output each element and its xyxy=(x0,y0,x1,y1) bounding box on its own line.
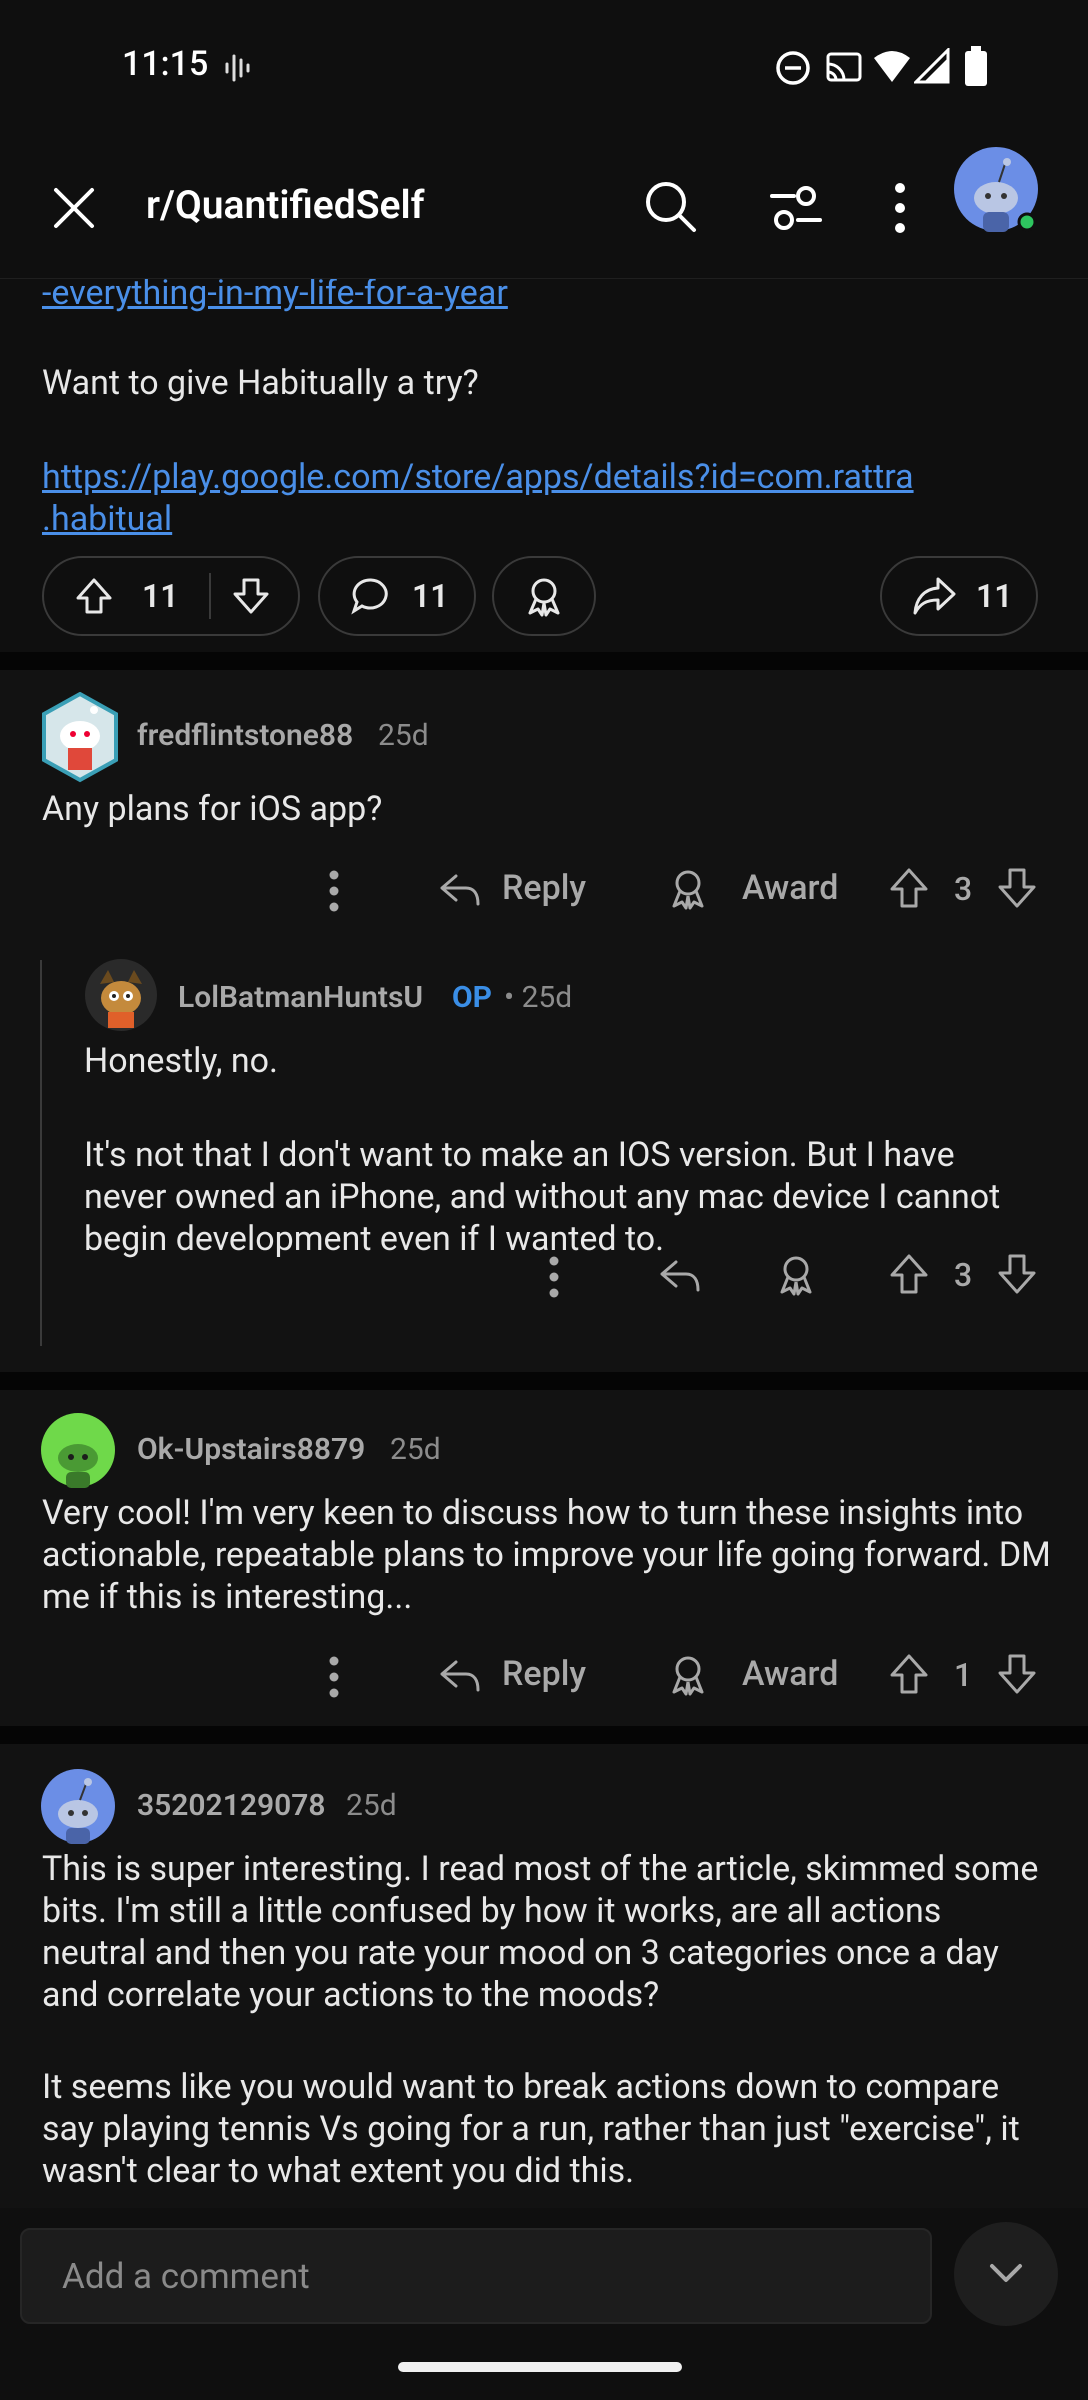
comment-body-para2: It seems like you would want to break ac… xyxy=(42,2067,1020,2191)
award-icon xyxy=(528,578,560,617)
reply-icon[interactable] xyxy=(658,1256,702,1296)
comment-body-para1: This is super interesting. I read most o… xyxy=(42,1849,1039,2015)
comment-thread-2: Ok-Upstairs8879 25d Very cool! I'm very … xyxy=(0,1390,1088,1726)
comment-body-line1: Honestly, no. xyxy=(84,1041,278,1081)
downvote-icon[interactable] xyxy=(996,1252,1038,1296)
store-link-line2[interactable]: .habitual xyxy=(42,498,172,540)
award-icon[interactable] xyxy=(774,1252,818,1298)
upvote-icon[interactable] xyxy=(888,866,930,910)
section-divider xyxy=(0,1372,1088,1390)
downvote-icon[interactable] xyxy=(996,1652,1038,1696)
comments-button[interactable]: 11 xyxy=(318,556,476,636)
sort-filter-icon[interactable] xyxy=(768,180,824,236)
status-bar: 11:15 xyxy=(0,0,1088,140)
bottom-bar: Add a comment xyxy=(0,2208,1088,2400)
upvote-icon[interactable] xyxy=(888,1252,930,1296)
wifi-icon xyxy=(874,51,910,82)
online-indicator xyxy=(1017,212,1037,232)
app-header: r/QuantifiedSelf xyxy=(0,140,1088,279)
comment-age: 25d xyxy=(346,1788,397,1823)
author-avatar[interactable] xyxy=(40,1768,116,1844)
subreddit-title[interactable]: r/QuantifiedSelf xyxy=(146,182,425,228)
comment-author[interactable]: Ok-Upstairs8879 xyxy=(137,1432,365,1467)
comment-more-icon[interactable] xyxy=(326,1654,342,1700)
comment-age: 25d xyxy=(378,718,429,753)
comment-body: Any plans for iOS app? xyxy=(42,789,383,829)
reply-button[interactable]: Reply xyxy=(502,868,586,908)
section-divider xyxy=(0,652,1088,670)
downvote-icon[interactable] xyxy=(231,576,271,616)
award-icon[interactable] xyxy=(666,1652,710,1698)
upvote-icon[interactable] xyxy=(74,576,114,616)
post-comment-count: 11 xyxy=(412,577,449,615)
reply-button[interactable]: Reply xyxy=(502,1654,586,1694)
battery-icon xyxy=(965,46,987,86)
cast-icon xyxy=(826,52,862,82)
thread-line xyxy=(40,960,42,1346)
author-avatar[interactable] xyxy=(40,692,120,784)
status-time: 11:15 xyxy=(122,44,209,84)
more-options-icon[interactable] xyxy=(890,180,910,236)
award-button[interactable]: Award xyxy=(742,1654,838,1694)
comment-bubble-icon xyxy=(351,578,388,615)
comment-more-icon[interactable] xyxy=(326,868,342,914)
comment-author[interactable]: fredflintstone88 xyxy=(137,718,353,753)
user-avatar[interactable] xyxy=(953,146,1043,236)
downvote-icon[interactable] xyxy=(996,866,1038,910)
signal-icon xyxy=(914,48,950,84)
add-comment-input[interactable]: Add a comment xyxy=(20,2228,932,2324)
comment-more-icon[interactable] xyxy=(546,1254,562,1300)
comment-age: 25d xyxy=(390,1432,441,1467)
comment-thread-1: fredflintstone88 25d Any plans for iOS a… xyxy=(0,670,1088,1372)
post-upvote-count: 11 xyxy=(142,577,179,615)
author-avatar[interactable] xyxy=(40,1412,116,1488)
section-divider xyxy=(0,1726,1088,1744)
store-link-line1[interactable]: https://play.google.com/store/apps/detai… xyxy=(42,456,914,498)
sound-wave-icon xyxy=(225,54,250,82)
award-button[interactable] xyxy=(492,556,596,636)
chevron-down-icon xyxy=(990,2264,1022,2282)
reply-icon[interactable] xyxy=(438,870,482,910)
vote-pill: 11 xyxy=(42,556,300,636)
vote-count: 3 xyxy=(954,870,973,908)
award-button[interactable]: Award xyxy=(742,868,838,908)
comment-body-para2: It's not that I don't want to make an IO… xyxy=(84,1135,1001,1259)
post-share-count: 11 xyxy=(976,577,1013,615)
home-indicator[interactable] xyxy=(398,2362,682,2372)
reply-icon[interactable] xyxy=(438,1656,482,1696)
scroll-down-button[interactable] xyxy=(954,2222,1058,2326)
dnd-icon xyxy=(776,51,810,85)
share-button[interactable]: 11 xyxy=(880,556,1038,636)
vote-count: 3 xyxy=(954,1256,973,1294)
comment-age: • 25d xyxy=(504,980,573,1015)
post-cta-text: Want to give Habitually a try? xyxy=(42,363,479,403)
share-icon xyxy=(913,577,956,615)
award-icon[interactable] xyxy=(666,866,710,912)
comment-thread-3: 35202129078 25d This is super interestin… xyxy=(0,1744,1088,2214)
comment-author[interactable]: 35202129078 xyxy=(137,1788,326,1823)
upvote-icon[interactable] xyxy=(888,1652,930,1696)
vote-divider xyxy=(208,573,211,619)
search-icon[interactable] xyxy=(642,178,698,234)
author-avatar[interactable] xyxy=(84,958,158,1032)
comment-author[interactable]: LolBatmanHuntsU xyxy=(178,980,423,1015)
comment-body: Very cool! I'm very keen to discuss how … xyxy=(42,1493,1051,1617)
post-body: -everything-in-my-life-for-a-year Want t… xyxy=(0,270,1088,650)
op-badge: OP xyxy=(452,980,493,1015)
close-icon[interactable] xyxy=(50,184,98,232)
vote-count: 1 xyxy=(954,1656,973,1694)
